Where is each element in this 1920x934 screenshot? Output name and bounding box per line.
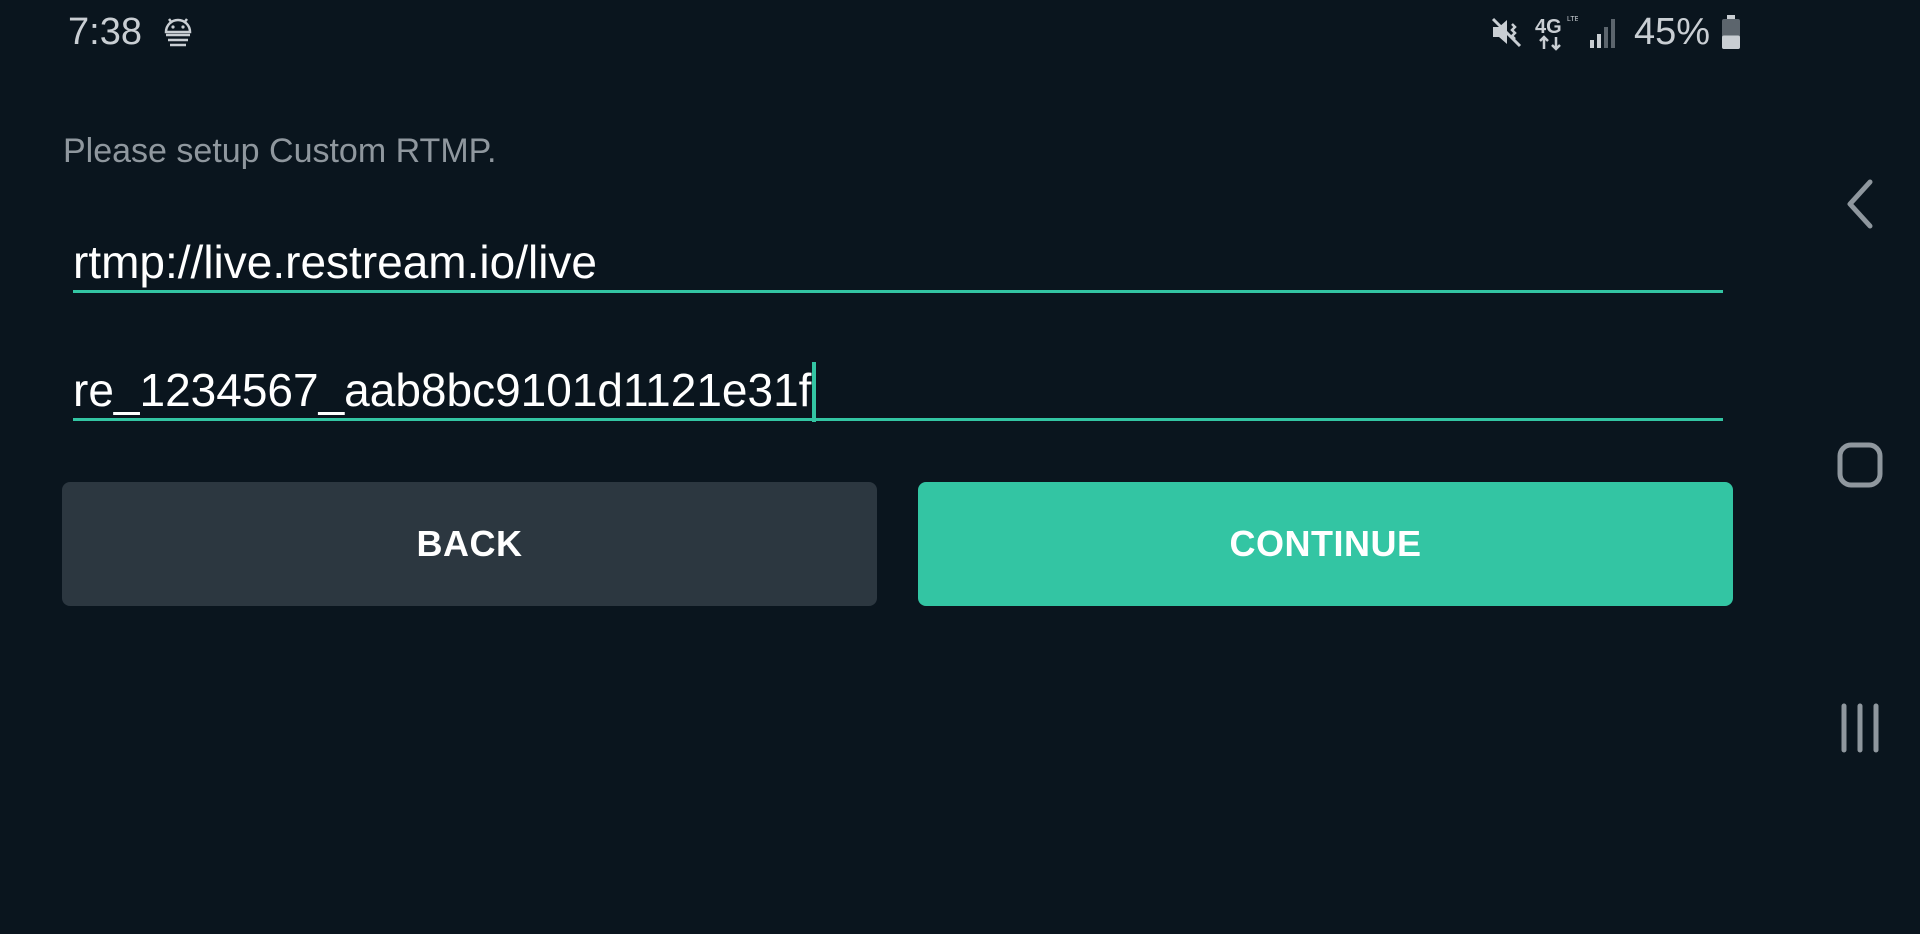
screen: 7:38 4G LTE 45% Please setup Custom RTMP… (0, 0, 1920, 934)
4g-lte-icon: 4G LTE (1535, 16, 1578, 51)
back-button-label: BACK (416, 523, 523, 564)
continue-button-label: CONTINUE (1229, 523, 1422, 564)
home-icon (1837, 442, 1883, 488)
network-label: 4G (1535, 16, 1562, 38)
battery-icon (1722, 15, 1741, 49)
setup-prompt: Please setup Custom RTMP. (63, 132, 497, 170)
stream-key-value: re_1234567_aab8bc9101d1121e31f (73, 364, 812, 416)
battery-percent: 45% (1634, 11, 1711, 53)
status-time: 7:38 (68, 11, 142, 53)
text-cursor (812, 362, 817, 422)
server-url-field[interactable]: rtmp://live.restream.io/live (73, 230, 1723, 293)
android-debug-icon (164, 18, 192, 47)
vibrate-mute-icon (1491, 17, 1522, 48)
back-icon (1847, 179, 1873, 229)
signal-icon (1590, 19, 1615, 48)
server-url-value: rtmp://live.restream.io/live (73, 236, 598, 288)
svg-text:LTE: LTE (1567, 16, 1578, 23)
continue-button[interactable]: CONTINUE (918, 482, 1733, 606)
status-right-group: 4G LTE 45% (1490, 10, 1742, 54)
nav-recents-button[interactable] (1800, 702, 1920, 754)
nav-back-button[interactable] (1800, 178, 1920, 230)
back-button[interactable]: BACK (62, 482, 877, 606)
recents-icon (1841, 703, 1879, 753)
nav-home-button[interactable] (1800, 440, 1920, 490)
stream-key-field[interactable]: re_1234567_aab8bc9101d1121e31f (73, 358, 1723, 422)
